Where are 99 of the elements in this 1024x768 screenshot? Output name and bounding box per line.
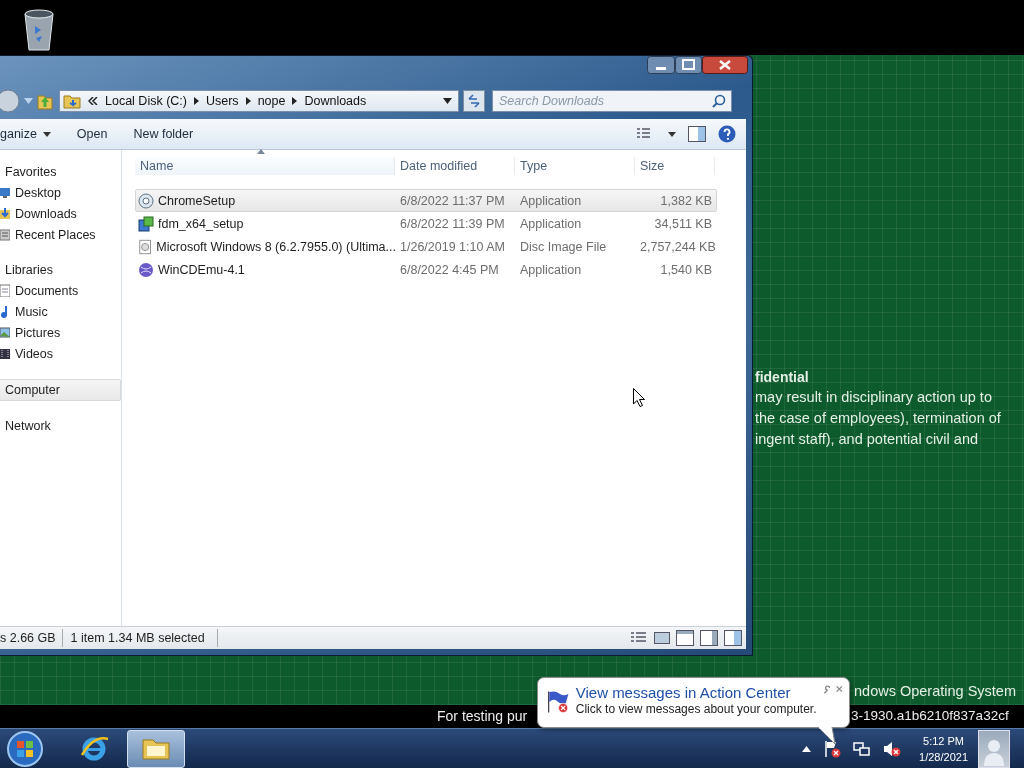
wallpaper-text: the case of employees), termination of: [755, 409, 1001, 428]
notification-balloon[interactable]: View messages in Action Center Click to view messages about your computer.: [537, 677, 850, 728]
application-icon: [138, 192, 154, 209]
caret-icon: [42, 131, 51, 137]
recycle-bin-icon[interactable]: [22, 8, 56, 52]
muted-speaker-icon[interactable]: [883, 740, 902, 757]
sort-arrow-icon: [257, 149, 265, 154]
file-size: 1,540 KB: [659, 262, 713, 277]
wallpaper-text: may result in disciplinary action up to: [755, 388, 993, 407]
column-header[interactable]: Size: [635, 157, 715, 175]
search-field[interactable]: Search Downloads: [492, 89, 732, 112]
notification-text: Click to view messages about your computer.: [575, 702, 817, 717]
flag-icon[interactable]: [823, 739, 842, 758]
file-date: 6/8/2022 4:45 PM: [399, 262, 500, 277]
file-name: Microsoft Windows 8 (6.2.7955.0) (Ultima...: [156, 239, 396, 254]
clock[interactable]: 5:12 PM 1/28/2021: [919, 732, 968, 765]
file-row[interactable]: fdm_x64_setup 6/8/2022 11:39 PM Application 34,511 KB: [135, 212, 717, 235]
sidebar-item[interactable]: Desktop: [0, 182, 121, 203]
desktop-icon: [0, 186, 10, 199]
sidebar-item[interactable]: Videos: [0, 343, 121, 364]
double-chevron-icon[interactable]: [88, 96, 98, 105]
notification-title[interactable]: View messages in Action Center: [575, 684, 817, 702]
chevron-right-icon[interactable]: [292, 96, 298, 105]
mouse-pointer-icon: [633, 388, 646, 407]
sidebar-item[interactable]: Network: [0, 416, 121, 436]
caret-icon[interactable]: [668, 131, 676, 137]
file-type: Application: [519, 193, 583, 208]
breadcrumb[interactable]: Downloads: [304, 93, 367, 108]
file-row[interactable]: WinCDEmu-4.1 6/8/2022 4:45 PM Application 1,540 KB: [135, 258, 717, 281]
sidebar-item[interactable]: Music: [0, 301, 121, 322]
file-date: 6/8/2022 11:37 PM: [399, 193, 506, 208]
network-icon[interactable]: [853, 740, 872, 757]
sidebar-item[interactable]: Favorites: [0, 162, 121, 182]
toolbar-button[interactable]: Open: [70, 124, 116, 144]
watermark-text: For testing pur: [437, 708, 528, 724]
recent-icon: [0, 228, 10, 241]
wallpaper-caption: ndows Operating System: [854, 683, 1016, 699]
pictures-icon: [0, 326, 10, 339]
show-desktop-button[interactable]: [978, 729, 1010, 768]
file-row[interactable]: Microsoft Windows 8 (6.2.7955.0) (Ultima... 1/26/2019 1:10 AM Disc Image File 2,757,244 KB: [135, 235, 717, 258]
balloon-pointer: [818, 727, 836, 745]
preview-pane-icon[interactable]: [688, 126, 706, 142]
column-header[interactable]: Type: [515, 157, 635, 175]
details-view-icon[interactable]: [630, 631, 648, 645]
help-icon[interactable]: [718, 125, 736, 143]
toolbar-button[interactable]: New folder: [127, 124, 202, 144]
file-date: 6/8/2022 11:39 PM: [399, 216, 506, 231]
file-type: Application: [519, 262, 583, 277]
installer-icon: [138, 215, 154, 232]
file-type: Disc Image File: [519, 239, 608, 254]
chevron-right-icon[interactable]: [245, 96, 251, 105]
search-icon[interactable]: [712, 93, 726, 108]
sidebar-item[interactable]: Libraries: [0, 260, 121, 280]
file-row[interactable]: ChromeSetup 6/8/2022 11:37 PM Application 1,382 KB: [135, 189, 717, 212]
wallpaper-heading: fidential: [755, 368, 810, 387]
status-text: s 2.66 GB: [0, 629, 63, 647]
column-header[interactable]: Date modified: [395, 157, 515, 175]
address-bar[interactable]: Local Disk (C:) Users nope Downloads: [59, 89, 459, 112]
sidebar-item[interactable]: Computer: [0, 379, 121, 401]
toolbar-button[interactable]: ganize: [0, 124, 59, 144]
refresh-button[interactable]: [463, 89, 485, 112]
dropdown-caret-icon[interactable]: [443, 97, 452, 104]
up-arrow-icon[interactable]: [802, 745, 812, 752]
details-pane-icon[interactable]: [700, 630, 718, 646]
taskbar-button[interactable]: [127, 729, 185, 768]
wallpaper-text: ingent staff), and potential civil and: [755, 430, 979, 449]
watermark-text: 3-1930.a1b6210f837a32cf: [851, 708, 1009, 723]
file-size: 2,757,244 KB: [639, 239, 716, 254]
breadcrumb[interactable]: Users: [205, 93, 239, 108]
preview-pane-icon[interactable]: [724, 630, 742, 646]
back-button[interactable]: [0, 88, 20, 113]
music-icon: [0, 305, 10, 318]
close-icon[interactable]: [836, 684, 843, 694]
file-size: 34,511 KB: [653, 216, 713, 231]
breadcrumb[interactable]: nope: [257, 93, 286, 108]
folder-icon: [63, 92, 81, 109]
status-text: 1 item 1.34 MB selected: [68, 629, 218, 647]
file-name: ChromeSetup: [158, 193, 236, 208]
start-button[interactable]: [5, 728, 45, 768]
sidebar-item[interactable]: Pictures: [0, 322, 121, 343]
file-name: fdm_x64_setup: [158, 216, 244, 231]
close-button[interactable]: [702, 56, 748, 74]
videos-icon: [0, 347, 10, 360]
file-name: WinCDEmu-4.1: [158, 262, 245, 277]
single-pane-icon[interactable]: [676, 630, 694, 646]
breadcrumb[interactable]: Local Disk (C:): [105, 93, 187, 108]
sidebar-item[interactable]: Documents: [0, 280, 121, 301]
disc-image-icon: [138, 238, 153, 255]
thumbnail-view-icon[interactable]: [654, 631, 670, 645]
chevron-right-icon[interactable]: [193, 96, 199, 105]
sidebar-item[interactable]: Recent Places: [0, 224, 121, 245]
file-date: 1/26/2019 1:10 AM: [399, 239, 506, 254]
minimize-button[interactable]: [647, 56, 675, 74]
downloads-icon: [0, 207, 10, 220]
maximize-button[interactable]: [675, 56, 702, 74]
sidebar-item[interactable]: Downloads: [0, 203, 121, 224]
globe-icon: [138, 261, 154, 278]
file-size: 1,382 KB: [659, 193, 713, 208]
file-type: Application: [519, 216, 583, 231]
